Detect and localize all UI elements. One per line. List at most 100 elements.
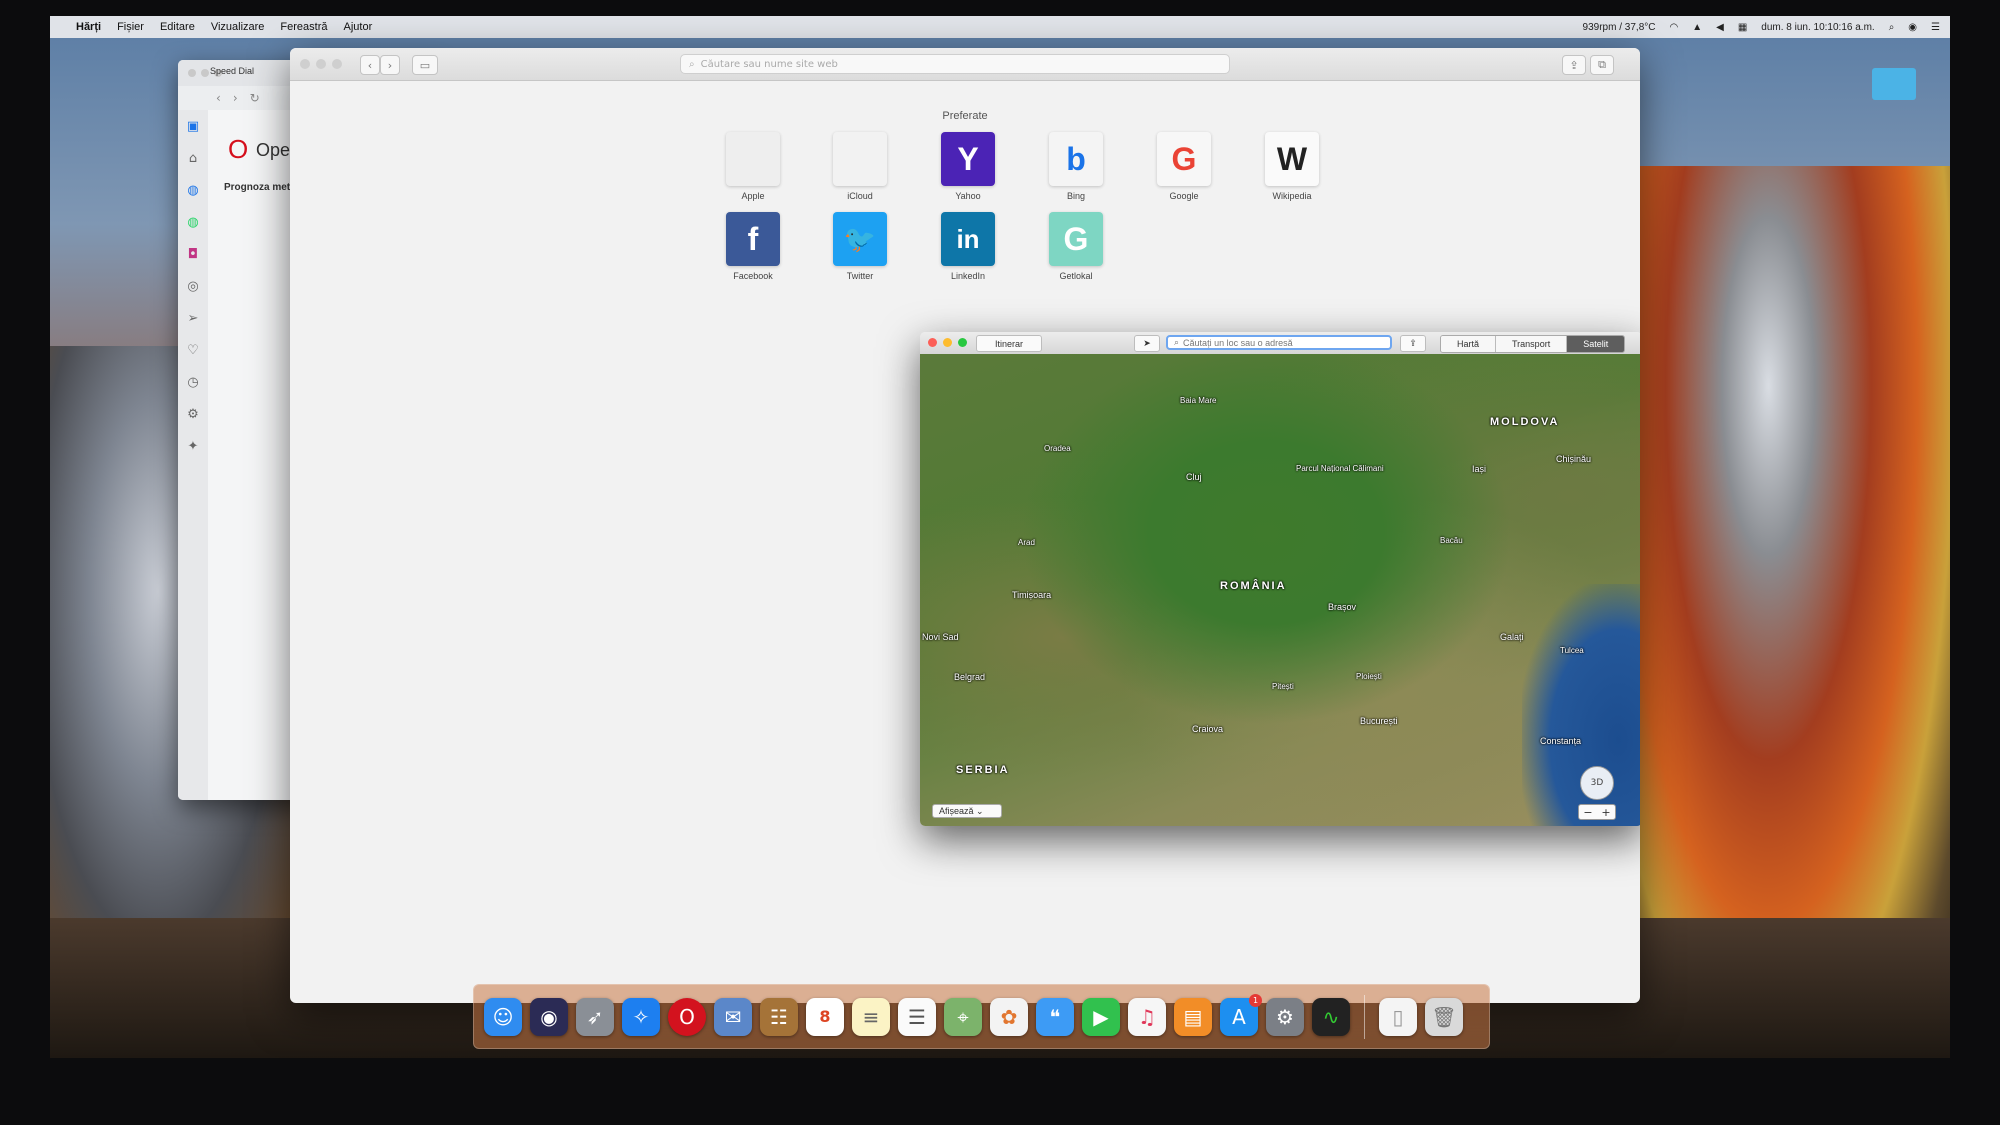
safari-icon[interactable]: ✧ (622, 997, 660, 1036)
maps-share-button[interactable]: ⇪ (1400, 335, 1426, 352)
finder-icon[interactable]: ☺ (484, 997, 522, 1036)
clock[interactable]: dum. 8 iun. 10:10:16 a.m. (1761, 22, 1874, 33)
zoom-in-button[interactable]: + (1597, 805, 1615, 819)
map-label-tulcea[interactable]: Tulcea (1560, 646, 1584, 655)
back-icon[interactable]: ‹ (216, 91, 221, 105)
messages-icon[interactable]: ❝ (1036, 997, 1074, 1036)
history-icon[interactable]: ◷ (178, 366, 208, 398)
share-button[interactable]: ⇪ (1562, 55, 1586, 75)
zoom-out-button[interactable]: − (1579, 805, 1597, 819)
map-label-park[interactable]: Parcul Național Călimani (1296, 464, 1384, 473)
keyboard-flag-icon[interactable]: ▦ (1738, 22, 1747, 33)
map-label-iasi[interactable]: Iași (1472, 464, 1486, 474)
messenger-icon[interactable]: ◍ (178, 174, 208, 206)
menu-edit[interactable]: Editare (160, 21, 195, 33)
activity-monitor-icon[interactable]: ∿ (1312, 997, 1350, 1036)
favorite-google[interactable]: G Google (1144, 132, 1224, 201)
opera-icon[interactable]: O (668, 997, 706, 1036)
mail-icon[interactable]: ✉ (714, 997, 752, 1036)
map-label-baia-mare[interactable]: Baia Mare (1180, 396, 1216, 405)
fan-status[interactable]: 939rpm / 37,8°C (1583, 22, 1656, 33)
opera-tab[interactable]: Speed Dial (210, 66, 254, 76)
forward-icon[interactable]: › (233, 91, 238, 105)
launchpad-icon[interactable]: ➶ (576, 997, 614, 1036)
favorite-linkedin[interactable]: in LinkedIn (928, 212, 1008, 281)
heart-icon[interactable]: ♡ (178, 334, 208, 366)
books-icon[interactable]: ▤ (1174, 997, 1212, 1036)
airplay-icon[interactable]: ▲ (1692, 22, 1702, 33)
route-button[interactable]: Itinerar (976, 335, 1042, 352)
calendar-icon[interactable]: 8 (806, 997, 844, 1036)
map-label-novi-sad[interactable]: Novi Sad (922, 632, 959, 642)
tabs-overview-button[interactable]: ⧉ (1590, 55, 1614, 75)
map-label-cluj[interactable]: Cluj (1186, 472, 1202, 482)
map-label-brasov[interactable]: Brașov (1328, 602, 1356, 612)
menu-window[interactable]: Fereastră (280, 21, 327, 33)
compass-3d-button[interactable]: 3D (1580, 766, 1614, 800)
home-icon[interactable]: ⌂ (178, 142, 208, 174)
wifi-icon[interactable]: ◠ (1669, 22, 1678, 33)
document-icon[interactable]: ▯ (1379, 997, 1417, 1036)
map-label-belgrad[interactable]: Belgrad (954, 672, 985, 682)
favorite-wikipedia[interactable]: W Wikipedia (1252, 132, 1332, 201)
send-icon[interactable]: ➢ (178, 302, 208, 334)
settings-icon[interactable]: ⚙ (178, 398, 208, 430)
safari-back-button[interactable]: ‹ (360, 55, 380, 75)
system-preferences-icon[interactable]: ⚙ (1266, 997, 1304, 1036)
favorite-facebook[interactable]: f Facebook (713, 212, 793, 281)
tips-icon[interactable]: ✦ (178, 430, 208, 462)
show-select[interactable]: Afișează ⌄ (932, 804, 1002, 818)
map-label-arad[interactable]: Arad (1018, 538, 1035, 547)
map-label-galati[interactable]: Galați (1500, 632, 1524, 642)
favorite-icloud[interactable]: iCloud (820, 132, 900, 201)
map-label-bucuresti[interactable]: București (1360, 716, 1398, 726)
favorite-getlokal[interactable]: G Getlokal (1036, 212, 1116, 281)
satellite-map[interactable]: ROMÂNIA MOLDOVA SERBIA Cluj Iași Chișină… (920, 354, 1640, 826)
minimize-icon[interactable] (943, 338, 952, 347)
player-icon[interactable]: ◎ (178, 270, 208, 302)
reload-icon[interactable]: ↻ (250, 91, 260, 105)
itunes-icon[interactable]: ♫ (1128, 997, 1166, 1036)
app-store-icon[interactable]: A1 (1220, 993, 1262, 1036)
favorite-twitter[interactable]: 🐦 Twitter (820, 212, 900, 281)
address-bar[interactable]: ⌕ Căutare sau nume site web (680, 54, 1230, 74)
instagram-icon[interactable]: ◘ (178, 238, 208, 270)
location-arrow-button[interactable]: ➤ (1134, 335, 1160, 352)
map-label-bacau[interactable]: Bacău (1440, 536, 1463, 545)
sidebar-toggle-button[interactable]: ▭ (412, 55, 438, 75)
menu-help[interactable]: Ajutor (344, 21, 373, 33)
map-label-constanta[interactable]: Constanța (1540, 736, 1581, 746)
favorite-bing[interactable]: b Bing (1036, 132, 1116, 201)
maps-search-input[interactable]: ⌕ Căutați un loc sau o adresă (1166, 335, 1392, 350)
map-label-timisoara[interactable]: Timișoara (1012, 590, 1051, 600)
siri-dock-icon[interactable]: ◉ (530, 997, 568, 1036)
notes-icon[interactable]: ≡ (852, 997, 890, 1036)
contacts-icon[interactable]: ☷ (760, 997, 798, 1036)
map-label-oradea[interactable]: Oradea (1044, 444, 1071, 453)
spotlight-icon[interactable]: ⌕ (1889, 22, 1895, 33)
trash-icon[interactable]: 🗑 (1425, 997, 1463, 1036)
map-label-pitesti[interactable]: Pitești (1272, 682, 1294, 691)
menu-view[interactable]: Vizualizare (211, 21, 265, 33)
volume-icon[interactable]: ◀ (1716, 22, 1724, 33)
tab-satellite[interactable]: Satelit (1567, 336, 1625, 352)
map-label-craiova[interactable]: Craiova (1192, 724, 1223, 734)
desktop-folder-icon[interactable] (1872, 68, 1916, 100)
zoom-window-icon[interactable] (958, 338, 967, 347)
menu-file[interactable]: Fișier (117, 21, 144, 33)
reminders-icon[interactable]: ☰ (898, 997, 936, 1036)
map-label-chisinau[interactable]: Chișinău (1556, 454, 1591, 464)
map-label-ploiesti[interactable]: Ploiești (1356, 672, 1382, 681)
notification-center-icon[interactable]: ☰ (1931, 22, 1940, 33)
tab-map[interactable]: Hartă (1441, 336, 1497, 352)
speed-dial-icon[interactable]: ▣ (178, 110, 208, 142)
tab-transit[interactable]: Transport (1496, 336, 1568, 352)
maps-dock-icon[interactable]: ⌖ (944, 997, 982, 1036)
photos-icon[interactable]: ✿ (990, 997, 1028, 1036)
menu-app[interactable]: Hărți (76, 21, 101, 33)
whatsapp-icon[interactable]: ◍ (178, 206, 208, 238)
favorite-yahoo[interactable]: Y Yahoo (928, 132, 1008, 201)
favorite-apple[interactable]: Apple (713, 132, 793, 201)
safari-forward-button[interactable]: › (380, 55, 400, 75)
facetime-icon[interactable]: ▶ (1082, 997, 1120, 1036)
